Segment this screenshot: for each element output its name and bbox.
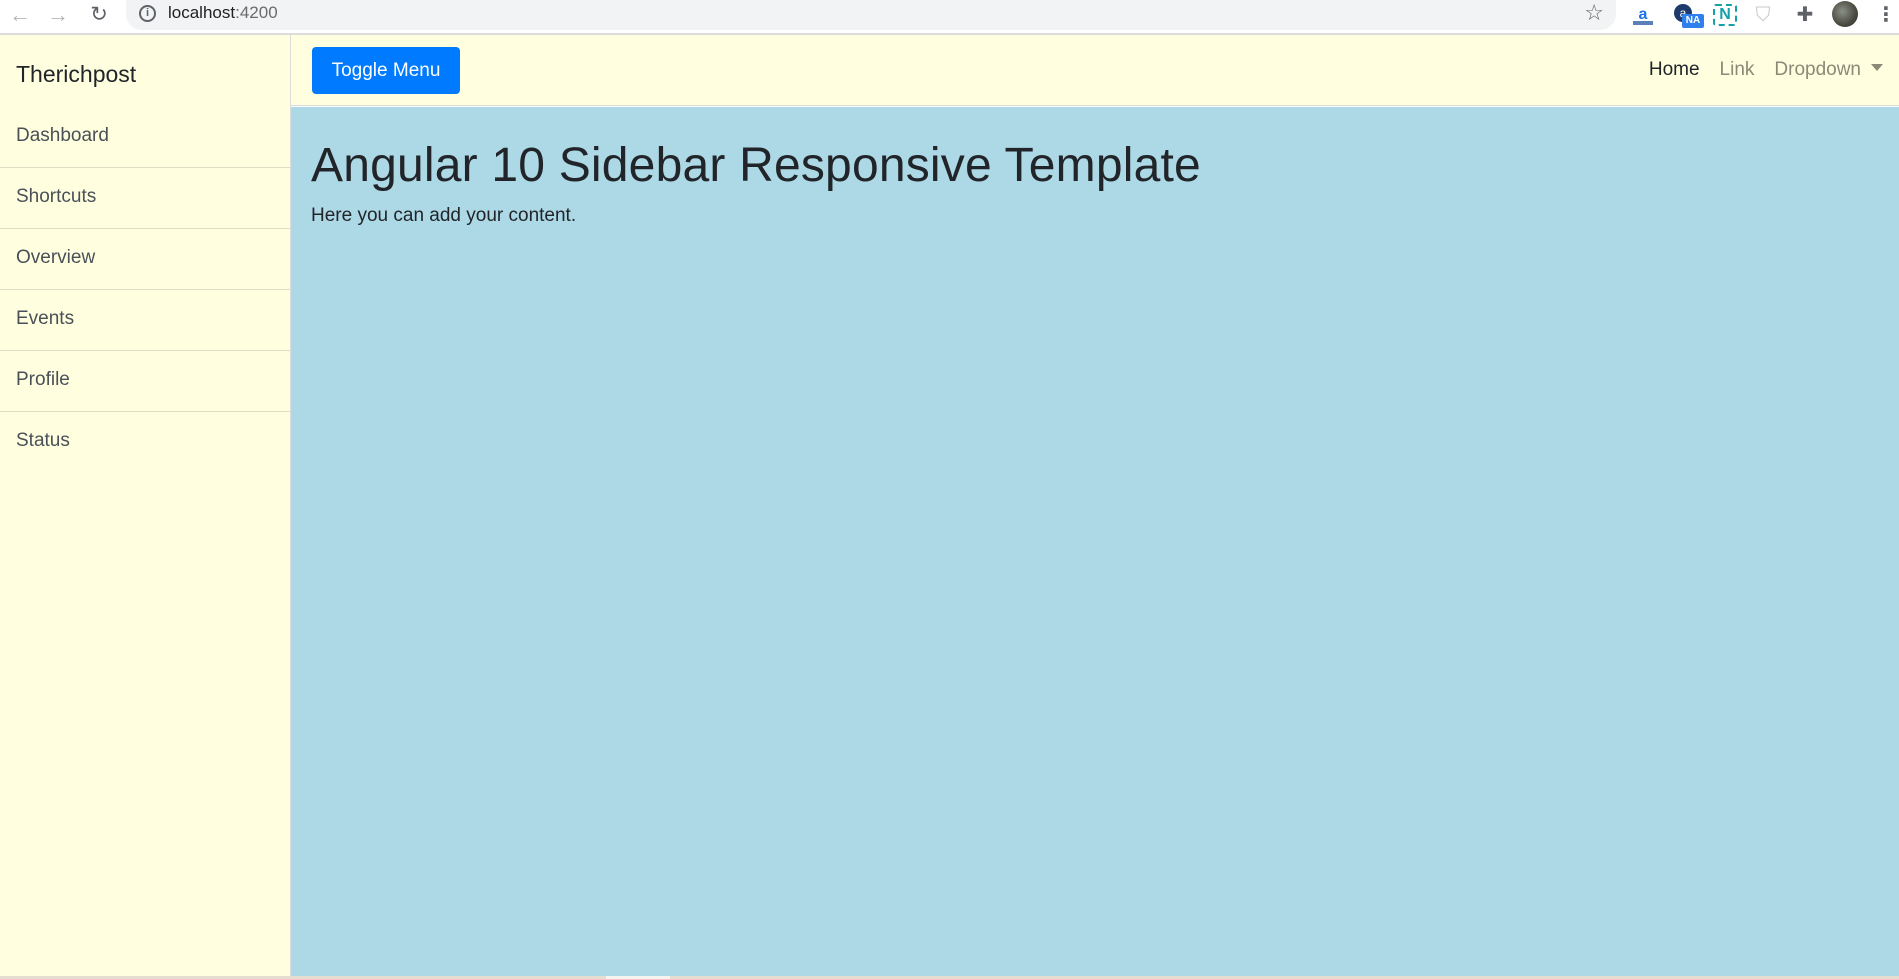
site-info-icon[interactable]: i bbox=[139, 5, 156, 22]
address-bar[interactable]: i localhost:4200 ☆ bbox=[126, 0, 1616, 30]
caret-down-icon bbox=[1871, 64, 1883, 72]
sidebar-item-overview[interactable]: Overview bbox=[0, 229, 290, 290]
amazon-assistant-extension-icon[interactable]: a bbox=[1630, 2, 1656, 28]
extensions-puzzle-icon[interactable]: ✚ bbox=[1793, 2, 1817, 28]
sidebar-item-shortcuts[interactable]: Shortcuts bbox=[0, 168, 290, 229]
sidebar: Therichpost Dashboard Shortcuts Overview… bbox=[0, 35, 291, 976]
navbar-links: Home Link Dropdown bbox=[1649, 59, 1883, 81]
browser-menu-icon[interactable]: ⋮ bbox=[1876, 2, 1896, 28]
page-text: Here you can add your content. bbox=[311, 204, 577, 226]
back-arrow-icon[interactable]: ← bbox=[6, 2, 34, 28]
sidebar-item-status[interactable]: Status bbox=[0, 412, 290, 473]
url-port: :4200 bbox=[235, 3, 278, 22]
sidebar-item-dashboard[interactable]: Dashboard bbox=[0, 107, 290, 168]
main-content: Angular 10 Sidebar Responsive Template H… bbox=[291, 107, 1899, 976]
nav-link-home[interactable]: Home bbox=[1649, 59, 1700, 81]
profile-avatar[interactable] bbox=[1832, 1, 1858, 27]
sidebar-item-events[interactable]: Events bbox=[0, 290, 290, 351]
nav-dropdown-label: Dropdown bbox=[1774, 59, 1861, 80]
sidebar-item-profile[interactable]: Profile bbox=[0, 351, 290, 412]
browser-toolbar: ← → ↻ i localhost:4200 ☆ a a NA N ⛉ ✚ ⋮ bbox=[0, 0, 1899, 35]
sidebar-brand[interactable]: Therichpost bbox=[0, 35, 290, 107]
ext-badge: NA bbox=[1682, 14, 1704, 28]
alexa-rank-extension-icon[interactable]: a NA bbox=[1672, 2, 1704, 28]
bookmark-star-icon[interactable]: ☆ bbox=[1584, 0, 1604, 26]
reload-icon[interactable]: ↻ bbox=[85, 2, 113, 28]
n-extension-icon[interactable]: N bbox=[1713, 4, 1737, 26]
nav-dropdown[interactable]: Dropdown bbox=[1774, 59, 1883, 81]
top-navbar: Toggle Menu Home Link Dropdown bbox=[291, 35, 1899, 106]
page-title: Angular 10 Sidebar Responsive Template bbox=[311, 139, 1201, 192]
nav-link-link[interactable]: Link bbox=[1720, 59, 1755, 81]
shield-extension-icon[interactable]: ⛉ bbox=[1752, 2, 1774, 28]
url-text[interactable]: localhost:4200 bbox=[168, 3, 278, 23]
toggle-menu-button[interactable]: Toggle Menu bbox=[312, 47, 460, 94]
forward-arrow-icon[interactable]: → bbox=[44, 2, 72, 28]
url-host: localhost bbox=[168, 3, 236, 22]
